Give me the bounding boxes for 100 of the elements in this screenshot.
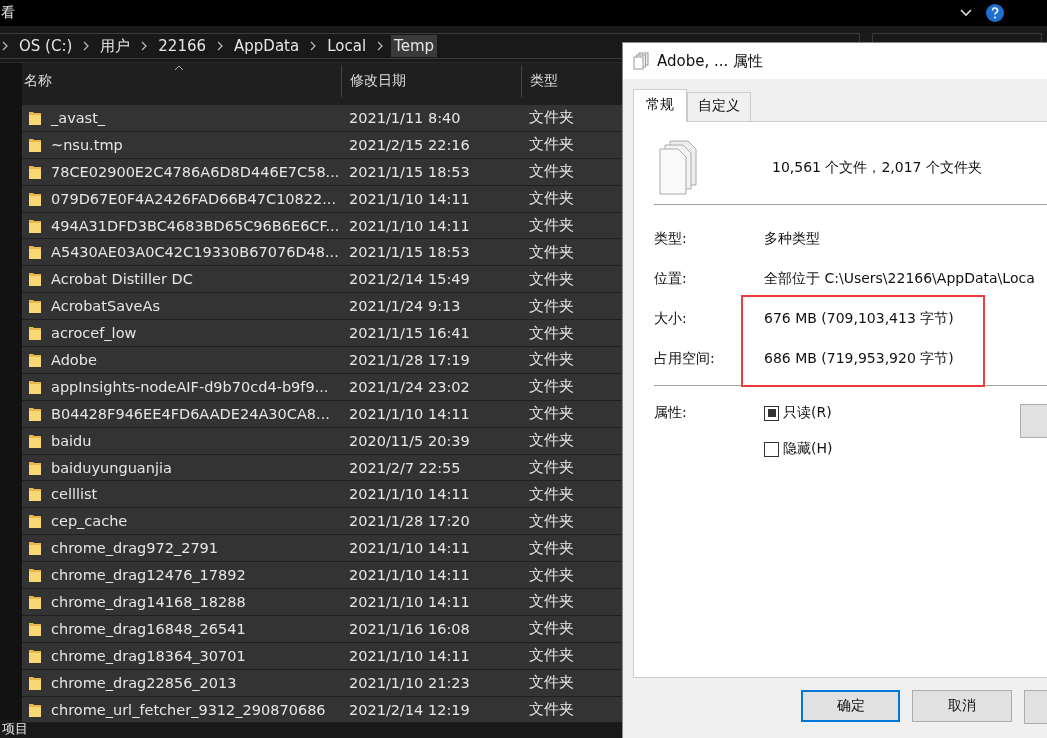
date-cell-text: 2021/2/14 15:49 bbox=[349, 271, 471, 288]
file-name: acrocef_low bbox=[51, 325, 138, 342]
chevron-right-icon bbox=[217, 41, 224, 51]
file-name: Adobe bbox=[51, 351, 98, 368]
date-cell-text: 2021/1/10 14:11 bbox=[349, 405, 471, 422]
chevron-right-icon bbox=[141, 41, 148, 51]
type-cell: 文件夹 bbox=[529, 216, 574, 235]
file-name: 494A31DFD3BC4683BD65C96B6E6CF... bbox=[51, 217, 341, 234]
breadcrumb-item[interactable]: 用户 bbox=[97, 34, 134, 58]
type-cell: 文件夹 bbox=[529, 242, 574, 262]
date-cell-text: 2021/1/28 17:20 bbox=[349, 513, 471, 530]
folder-icon bbox=[28, 567, 42, 584]
folder-icon bbox=[28, 217, 42, 234]
folder-icon bbox=[28, 405, 42, 422]
type-cell: 文件夹 bbox=[529, 458, 574, 477]
folder-icon bbox=[28, 701, 42, 718]
date-cell-text: 2021/1/10 14:11 bbox=[349, 486, 471, 503]
chevron-down-icon[interactable] bbox=[959, 8, 973, 18]
column-header[interactable]: 名称 bbox=[22, 65, 342, 97]
column-header[interactable]: 修改日期 bbox=[342, 65, 522, 97]
breadcrumb-item[interactable]: 22166 bbox=[155, 35, 210, 57]
folder-icon bbox=[28, 325, 42, 342]
breadcrumb-item[interactable]: AppData bbox=[231, 35, 303, 57]
dialog-button[interactable]: 确定 bbox=[801, 690, 901, 722]
type-cell: 文件夹 bbox=[529, 538, 574, 558]
tab[interactable]: 自定义 bbox=[687, 92, 751, 121]
file-name: chrome_drag12476_17892 bbox=[51, 567, 247, 584]
type-cell: 文件夹 bbox=[529, 484, 574, 504]
folder-icon bbox=[28, 190, 42, 207]
type-cell: 文件夹 bbox=[529, 565, 574, 585]
type-cell: 文件夹 bbox=[529, 377, 574, 397]
tab[interactable]: 常规 bbox=[633, 89, 687, 122]
file-name: celllist bbox=[51, 486, 99, 503]
help-icon[interactable] bbox=[985, 3, 1005, 23]
type-cell: 文件夹 bbox=[529, 592, 574, 612]
date-cell-text: 2020/11/5 20:39 bbox=[349, 432, 471, 449]
date-cell-text: 2021/1/16 16:08 bbox=[349, 620, 471, 637]
type-cell: 文件夹 bbox=[529, 350, 574, 370]
type-cell: 文件夹 bbox=[529, 700, 574, 720]
date-cell-text: 2021/1/10 14:11 bbox=[349, 217, 471, 234]
type-cell: 文件夹 bbox=[529, 511, 574, 531]
type-cell: 文件夹 bbox=[529, 673, 574, 693]
folder-icon bbox=[28, 271, 42, 288]
date-cell-text: 2021/1/24 9:13 bbox=[349, 298, 462, 315]
type-cell: 文件夹 bbox=[529, 404, 574, 424]
file-name: A5430AE03A0C42C19330B67076D48... bbox=[51, 244, 340, 261]
date-cell-text: 2021/1/24 23:02 bbox=[349, 378, 471, 395]
file-name: 079D67E0F4A2426FAD66B47C10822... bbox=[51, 190, 338, 207]
date-cell-text: 2021/1/10 14:11 bbox=[349, 647, 471, 664]
folder-icon bbox=[28, 459, 42, 476]
folder-icon bbox=[28, 432, 42, 449]
sort-up-icon bbox=[174, 65, 184, 71]
chevron-right-icon bbox=[377, 41, 384, 51]
folder-icon bbox=[28, 136, 42, 153]
breadcrumb-item[interactable]: OS (C:) bbox=[16, 35, 76, 57]
dialog-button[interactable]: 取消 bbox=[912, 690, 1012, 722]
chevron-right-icon bbox=[83, 41, 90, 51]
file-name: AcrobatSaveAs bbox=[51, 298, 161, 315]
file-name: chrome_drag18364_30701 bbox=[51, 647, 247, 664]
column-header[interactable]: 类型 bbox=[522, 65, 558, 97]
folder-icon bbox=[28, 244, 42, 261]
chevron-right-icon bbox=[2, 41, 8, 51]
property-label: 属性: bbox=[654, 404, 688, 422]
folder-icon bbox=[28, 351, 42, 368]
breadcrumb-item[interactable]: Local bbox=[324, 35, 370, 57]
file-name: Acrobat Distiller DC bbox=[51, 271, 194, 288]
date-cell-text: 2021/1/10 14:11 bbox=[349, 567, 471, 584]
date-cell-text: 2021/1/28 17:19 bbox=[349, 351, 471, 368]
date-cell-text: 2021/2/14 12:19 bbox=[349, 701, 471, 718]
file-name: chrome_url_fetcher_9312_290870686 bbox=[51, 701, 327, 718]
file-name: ~nsu.tmp bbox=[51, 136, 124, 153]
folder-icon bbox=[28, 486, 42, 503]
type-cell: 文件夹 bbox=[529, 162, 574, 182]
date-cell-text: 2021/1/15 18:53 bbox=[349, 163, 471, 180]
file-name: chrome_drag16848_26541 bbox=[51, 620, 247, 637]
file-name: appInsights-nodeAIF-d9b70cd4-b9f9... bbox=[51, 378, 330, 395]
folder-icon bbox=[28, 163, 42, 180]
status-text: 项目 bbox=[2, 720, 28, 738]
property-label: 占用空间: bbox=[654, 350, 716, 368]
checkbox[interactable]: 只读(R) bbox=[764, 404, 833, 422]
property-value: 686 MB (719,953,920 字节) bbox=[764, 350, 954, 368]
type-cell: 文件夹 bbox=[529, 646, 574, 666]
property-value: 全部位于 C:\Users\22166\AppData\Loca bbox=[764, 270, 1035, 288]
folder-icon bbox=[28, 620, 42, 637]
type-cell: 文件夹 bbox=[529, 296, 574, 316]
folder-icon bbox=[28, 378, 42, 395]
chevron-right-icon bbox=[310, 41, 317, 51]
summary-text: 10,561 个文件，2,017 个文件夹 bbox=[772, 159, 982, 177]
property-label: 位置: bbox=[654, 270, 688, 288]
file-name: baiduyunguanjia bbox=[51, 459, 173, 476]
breadcrumb-item[interactable]: Temp bbox=[391, 35, 438, 57]
documents-icon bbox=[658, 140, 698, 196]
file-name: 78CE02900E2C4786A6D8D446E7C58... bbox=[51, 163, 341, 180]
type-cell: 文件夹 bbox=[529, 135, 574, 155]
type-cell: 文件夹 bbox=[529, 431, 574, 451]
type-cell: 文件夹 bbox=[529, 323, 574, 343]
date-cell-text: 2021/1/10 21:23 bbox=[349, 674, 471, 691]
date-cell-text: 2021/2/15 22:16 bbox=[349, 136, 471, 153]
file-name: B04428F946EE4FD6AADE24A30CA8... bbox=[51, 405, 331, 422]
folder-icon bbox=[28, 298, 42, 315]
